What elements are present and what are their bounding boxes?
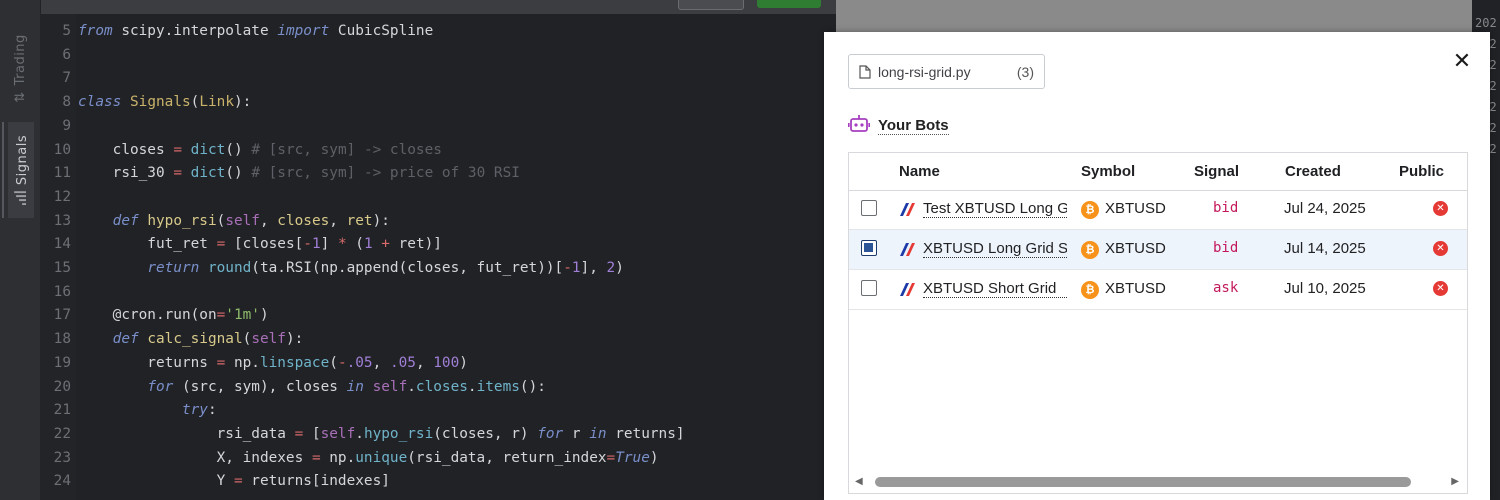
toolbar-button[interactable] <box>678 0 744 10</box>
line-number: 6 <box>62 46 71 63</box>
line-number: 19 <box>53 354 71 371</box>
code-text: closes = dict() # [src, sym] -> closes <box>78 141 442 158</box>
row-checkbox[interactable] <box>861 240 877 256</box>
bitcoin-icon: ₿ <box>1081 281 1099 299</box>
bot-row[interactable]: XBTUSD Long Grid Strategy ₿ XBTUSD bid Jul 1… <box>849 230 1467 270</box>
code-text: X, indexes = np.unique(rsi_data, return_… <box>78 449 659 466</box>
bot-name-link[interactable]: XBTUSD Short Grid <box>923 280 1067 298</box>
scroll-right-icon[interactable]: ▶ <box>1451 476 1459 487</box>
file-name: long-rsi-grid.py <box>878 63 971 80</box>
code-text: Y = returns[indexes] <box>78 473 390 490</box>
robot-icon <box>848 114 871 138</box>
side-tab-bar: ⇅ Trading Signals <box>0 0 41 500</box>
x-circle-icon: ✕ <box>1433 201 1448 216</box>
bot-signal: bid <box>1213 240 1239 256</box>
signal-bars-icon <box>14 191 30 206</box>
code-text: rsi_data = [self.hypo_rsi(closes, r) for… <box>78 425 685 442</box>
tab-signals[interactable]: Signals <box>2 122 34 218</box>
bot-created-date: Jul 10, 2025 <box>1284 280 1366 297</box>
line-number: 9 <box>62 117 71 134</box>
line-number: 13 <box>53 212 71 229</box>
horizontal-scrollbar[interactable]: ◀ ▶ <box>849 473 1467 491</box>
code-text: for (src, sym), closes in self.closes.it… <box>147 378 546 395</box>
exchange-logo-icon <box>900 283 915 296</box>
code-text: rsi_30 = dict() # [src, sym] -> price of… <box>78 165 520 182</box>
side-panel-text: 202 <box>1475 16 1497 30</box>
code-text: return round(ta.RSI(np.append(closes, fu… <box>147 260 624 276</box>
bot-row[interactable]: XBTUSD Short Grid ₿ XBTUSD ask Jul 10, 2025 ✕ <box>849 270 1467 310</box>
line-number: 14 <box>53 236 71 253</box>
bot-row[interactable]: Test XBTUSD Long Grid ₿ XBTUSD bid Jul 24, 2… <box>849 190 1467 230</box>
table-header: Name Symbol Signal Created Public <box>849 153 1467 191</box>
bot-symbol: XBTUSD <box>1105 280 1166 297</box>
editor-toolbar <box>0 0 836 15</box>
line-number: 7 <box>62 70 71 87</box>
code-text: class Signals(Link): <box>78 94 252 111</box>
line-number: 5 <box>62 23 71 39</box>
file-icon <box>859 64 871 79</box>
column-created[interactable]: Created <box>1285 163 1341 180</box>
code-text: def calc_signal(self): <box>112 331 304 348</box>
code-text: from scipy.interpolate import CubicSplin… <box>78 23 434 39</box>
exchange-logo-icon <box>900 203 915 216</box>
row-checkbox[interactable] <box>861 200 877 216</box>
code-editor[interactable]: 5 from scipy.interpolate import CubicSpli… <box>40 14 836 500</box>
bot-symbol: XBTUSD <box>1105 240 1166 257</box>
line-number: 17 <box>53 307 71 324</box>
exchange-logo-icon <box>900 243 915 256</box>
code-text: def hypo_rsi(self, closes, ret): <box>112 212 390 229</box>
line-number: 18 <box>53 331 71 348</box>
tab-trading[interactable]: ⇅ Trading <box>8 20 32 116</box>
line-number: 15 <box>53 260 71 276</box>
bot-name-link[interactable]: Test XBTUSD Long Grid <box>923 200 1067 218</box>
scroll-left-icon[interactable]: ◀ <box>855 476 863 487</box>
bitcoin-icon: ₿ <box>1081 241 1099 259</box>
close-icon[interactable]: ✕ <box>1451 51 1473 73</box>
column-public[interactable]: Public <box>1399 163 1444 180</box>
code-text: @cron.run(on='1m') <box>78 307 269 324</box>
line-number: 16 <box>53 283 71 300</box>
bot-name-link[interactable]: XBTUSD Long Grid Strategy <box>923 240 1067 258</box>
line-number: 21 <box>53 402 71 419</box>
line-number: 23 <box>53 449 71 466</box>
your-bots-title: Your Bots <box>878 117 949 135</box>
column-symbol[interactable]: Symbol <box>1081 163 1135 180</box>
tab-trading-label: Trading <box>12 33 28 85</box>
column-name[interactable]: Name <box>899 163 940 180</box>
bitcoin-icon: ₿ <box>1081 201 1099 219</box>
code-text: returns = np.linspace(-.05, .05, 100) <box>78 354 468 371</box>
bots-table: Name Symbol Signal Created Public Test X… <box>848 152 1468 494</box>
file-count: (3) <box>1016 63 1034 80</box>
column-signal[interactable]: Signal <box>1194 163 1239 180</box>
code-text: try: <box>181 402 217 419</box>
line-number: 22 <box>53 425 71 442</box>
code-text: fut_ret = [closes[-1] * (1 + ret)] <box>78 236 442 253</box>
toolbar-primary-button[interactable] <box>757 0 821 8</box>
bot-created-date: Jul 14, 2025 <box>1284 240 1366 257</box>
tab-signals-label: Signals <box>14 134 30 186</box>
file-chip[interactable]: long-rsi-grid.py (3) <box>848 54 1045 89</box>
x-circle-icon: ✕ <box>1433 241 1448 256</box>
line-number: 8 <box>62 94 71 111</box>
your-bots-heading: Your Bots <box>848 114 949 138</box>
line-number: 10 <box>53 141 71 158</box>
line-number: 11 <box>53 165 71 182</box>
line-number: 12 <box>53 188 71 205</box>
bot-created-date: Jul 24, 2025 <box>1284 200 1366 217</box>
row-checkbox[interactable] <box>861 280 877 296</box>
x-circle-icon: ✕ <box>1433 281 1448 296</box>
bot-symbol: XBTUSD <box>1105 200 1166 217</box>
swap-icon: ⇅ <box>12 90 28 103</box>
bots-modal: long-rsi-grid.py (3) ✕ Your Bots Name Sy… <box>824 32 1490 500</box>
bot-signal: bid <box>1213 200 1239 216</box>
line-number: 24 <box>53 473 71 490</box>
line-number: 20 <box>53 378 71 395</box>
scrollbar-thumb[interactable] <box>875 477 1411 487</box>
bot-signal: ask <box>1213 280 1239 296</box>
